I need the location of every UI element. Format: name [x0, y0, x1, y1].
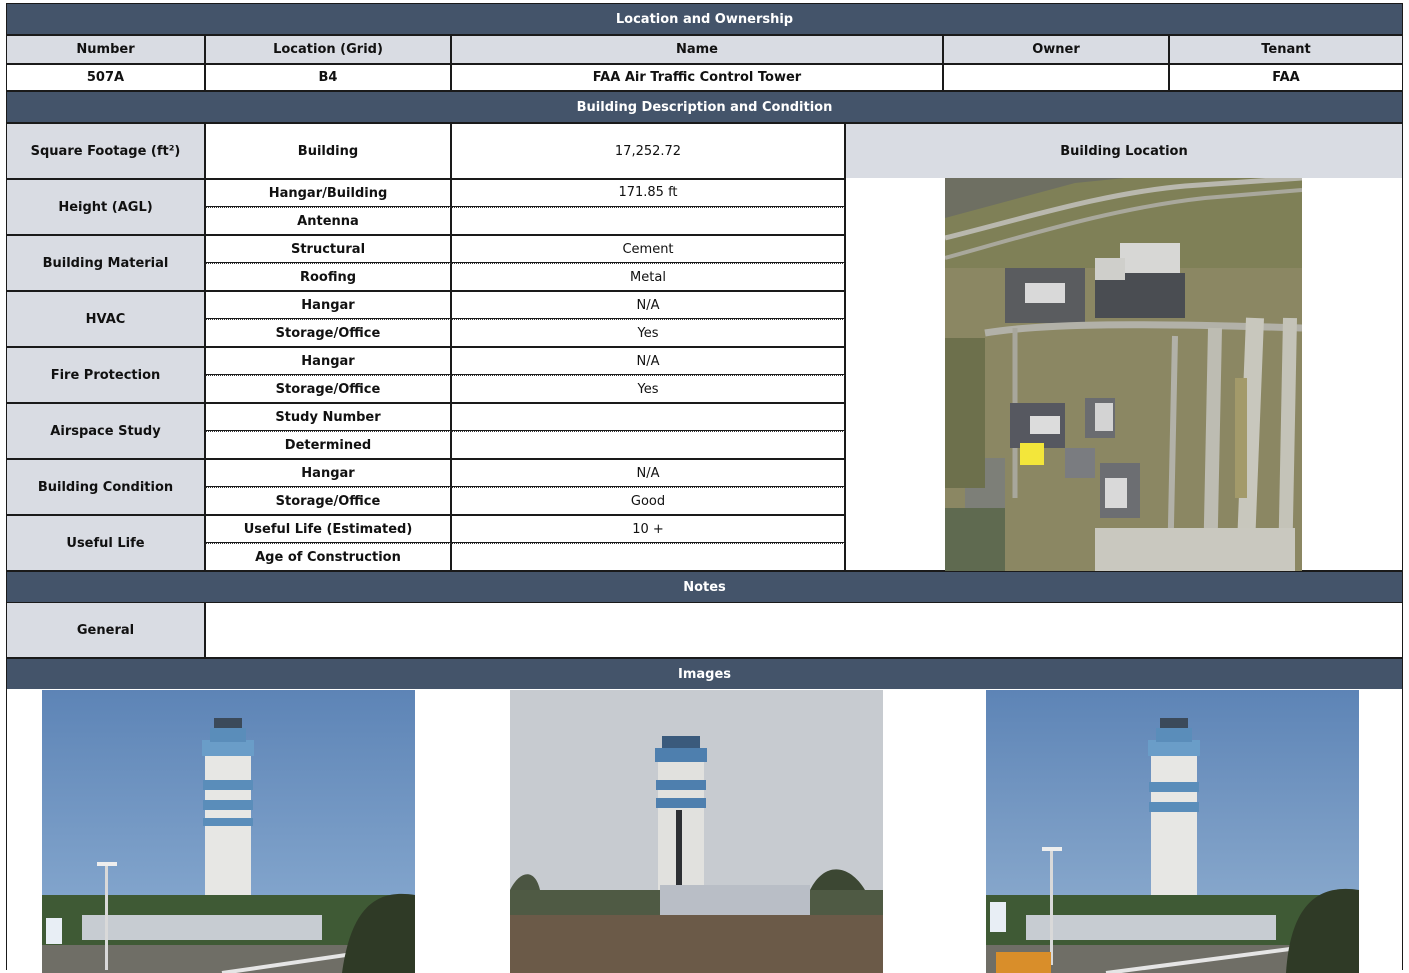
label-hvac: HVAC [6, 291, 205, 347]
sub-study-number: Study Number [205, 403, 451, 431]
label-square-footage: Square Footage (ft²) [6, 123, 205, 179]
sub-fire-hangar: Hangar [205, 347, 451, 375]
section-building-description: Building Description and Condition [6, 91, 1403, 123]
sub-structural: Structural [205, 235, 451, 263]
value-fire-storage: Yes [451, 375, 845, 403]
value-condition-storage: Good [451, 487, 845, 515]
header-location-grid: Location (Grid) [205, 35, 451, 64]
sub-building: Building [205, 123, 451, 179]
value-study-number [451, 403, 845, 431]
label-building-material: Building Material [6, 235, 205, 291]
label-airspace-study: Airspace Study [6, 403, 205, 459]
value-antenna [451, 207, 845, 235]
value-hvac-storage: Yes [451, 319, 845, 347]
header-number: Number [6, 35, 205, 64]
value-fire-hangar: N/A [451, 347, 845, 375]
value-owner [943, 64, 1169, 91]
aerial-map-graphic [945, 178, 1302, 571]
building-location-aerial-map [945, 178, 1302, 571]
label-height-agl: Height (AGL) [6, 179, 205, 235]
value-hvac-hangar: N/A [451, 291, 845, 319]
value-age-of-construction [451, 543, 845, 571]
tower-photo-1-graphic [42, 690, 415, 973]
sub-hvac-storage: Storage/Office [205, 319, 451, 347]
value-location-grid: B4 [205, 64, 451, 91]
tower-photo-3 [986, 690, 1359, 973]
sub-useful-life-estimated: Useful Life (Estimated) [205, 515, 451, 543]
section-notes: Notes [6, 571, 1403, 603]
sub-hangar-building: Hangar/Building [205, 179, 451, 207]
sub-fire-storage: Storage/Office [205, 375, 451, 403]
tower-photo-3-graphic [986, 690, 1359, 973]
value-structural: Cement [451, 235, 845, 263]
header-building-location: Building Location [845, 123, 1403, 179]
value-square-footage: 17,252.72 [451, 123, 845, 179]
value-general-notes [205, 602, 1403, 658]
section-location-ownership: Location and Ownership [6, 3, 1403, 35]
section-images: Images [6, 658, 1403, 690]
sub-roofing: Roofing [205, 263, 451, 291]
sub-condition-storage: Storage/Office [205, 487, 451, 515]
tower-photo-2 [510, 690, 883, 973]
label-fire-protection: Fire Protection [6, 347, 205, 403]
sub-condition-hangar: Hangar [205, 459, 451, 487]
header-name: Name [451, 35, 943, 64]
label-general: General [6, 602, 205, 658]
value-useful-life-estimated: 10 + [451, 515, 845, 543]
header-owner: Owner [943, 35, 1169, 64]
label-building-condition: Building Condition [6, 459, 205, 515]
value-number: 507A [6, 64, 205, 91]
tower-photo-1 [42, 690, 415, 973]
sub-age-of-construction: Age of Construction [205, 543, 451, 571]
facility-sheet: Location and Ownership Number Location (… [6, 3, 1403, 973]
value-roofing: Metal [451, 263, 845, 291]
tower-photo-2-graphic [510, 690, 883, 973]
label-useful-life: Useful Life [6, 515, 205, 571]
sub-hvac-hangar: Hangar [205, 291, 451, 319]
value-determined [451, 431, 845, 459]
sub-determined: Determined [205, 431, 451, 459]
header-tenant: Tenant [1169, 35, 1403, 64]
value-name: FAA Air Traffic Control Tower [451, 64, 943, 91]
value-tenant: FAA [1169, 64, 1403, 91]
sub-antenna: Antenna [205, 207, 451, 235]
value-condition-hangar: N/A [451, 459, 845, 487]
value-height-building: 171.85 ft [451, 179, 845, 207]
